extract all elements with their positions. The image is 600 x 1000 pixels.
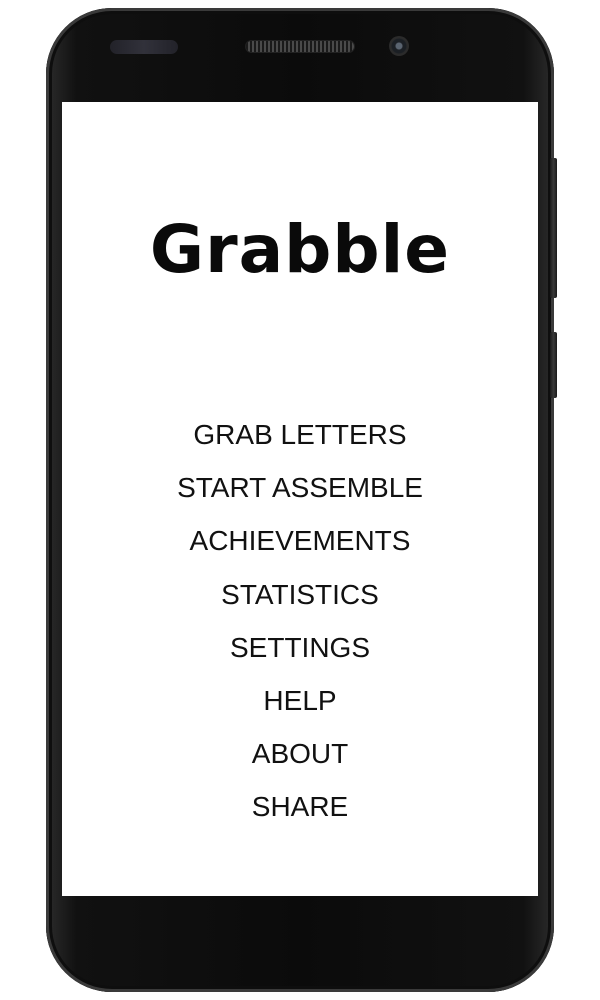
menu-item-about[interactable]: ABOUT xyxy=(62,727,538,780)
app-logo-title: Grabble xyxy=(149,211,451,288)
proximity-sensor xyxy=(110,40,178,54)
volume-button xyxy=(550,158,557,298)
earpiece-speaker xyxy=(246,41,354,52)
menu-item-help[interactable]: HELP xyxy=(62,674,538,727)
menu-item-grab-letters[interactable]: GRAB LETTERS xyxy=(62,408,538,461)
menu-item-settings[interactable]: SETTINGS xyxy=(62,621,538,674)
menu-item-statistics[interactable]: STATISTICS xyxy=(62,568,538,621)
menu-item-share[interactable]: SHARE xyxy=(62,780,538,833)
menu-item-achievements[interactable]: ACHIEVEMENTS xyxy=(62,514,538,567)
main-menu: GRAB LETTERS START ASSEMBLE ACHIEVEMENTS… xyxy=(62,408,538,834)
menu-item-start-assemble[interactable]: START ASSEMBLE xyxy=(62,461,538,514)
app-screen: Grabble GRAB LETTERS START ASSEMBLE ACHI… xyxy=(62,102,538,896)
front-camera-icon xyxy=(389,36,409,56)
power-button xyxy=(550,332,557,398)
